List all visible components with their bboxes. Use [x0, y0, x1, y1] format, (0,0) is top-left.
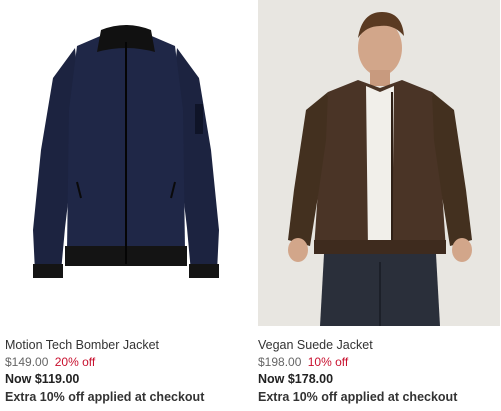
discount-badge: 20% off [54, 355, 96, 369]
price-row: $198.00 10% off [258, 354, 500, 371]
product-card[interactable]: Vegan Suede Jacket $198.00 10% off Now $… [258, 0, 500, 406]
promo-text: Extra 10% off applied at checkout [5, 390, 205, 404]
promo-text: Extra 10% off applied at checkout [258, 390, 458, 404]
original-price: $198.00 [258, 355, 302, 369]
product-name[interactable]: Vegan Suede Jacket [258, 336, 500, 354]
product-info: Motion Tech Bomber Jacket $149.00 20% of… [5, 326, 247, 406]
price-row: $149.00 20% off [5, 354, 247, 371]
discount-badge: 10% off [307, 355, 349, 369]
original-price: $149.00 [5, 355, 49, 369]
product-image[interactable] [258, 0, 500, 326]
sale-price: Now $178.00 [258, 372, 334, 386]
brown-suede-jacket-model-image [258, 0, 500, 326]
product-name[interactable]: Motion Tech Bomber Jacket [5, 336, 247, 354]
product-info: Vegan Suede Jacket $198.00 10% off Now $… [258, 326, 500, 406]
sale-price: Now $119.00 [5, 372, 80, 386]
navy-bomber-jacket-image [5, 0, 247, 326]
product-image[interactable] [5, 0, 247, 326]
product-card[interactable]: Motion Tech Bomber Jacket $149.00 20% of… [5, 0, 247, 406]
